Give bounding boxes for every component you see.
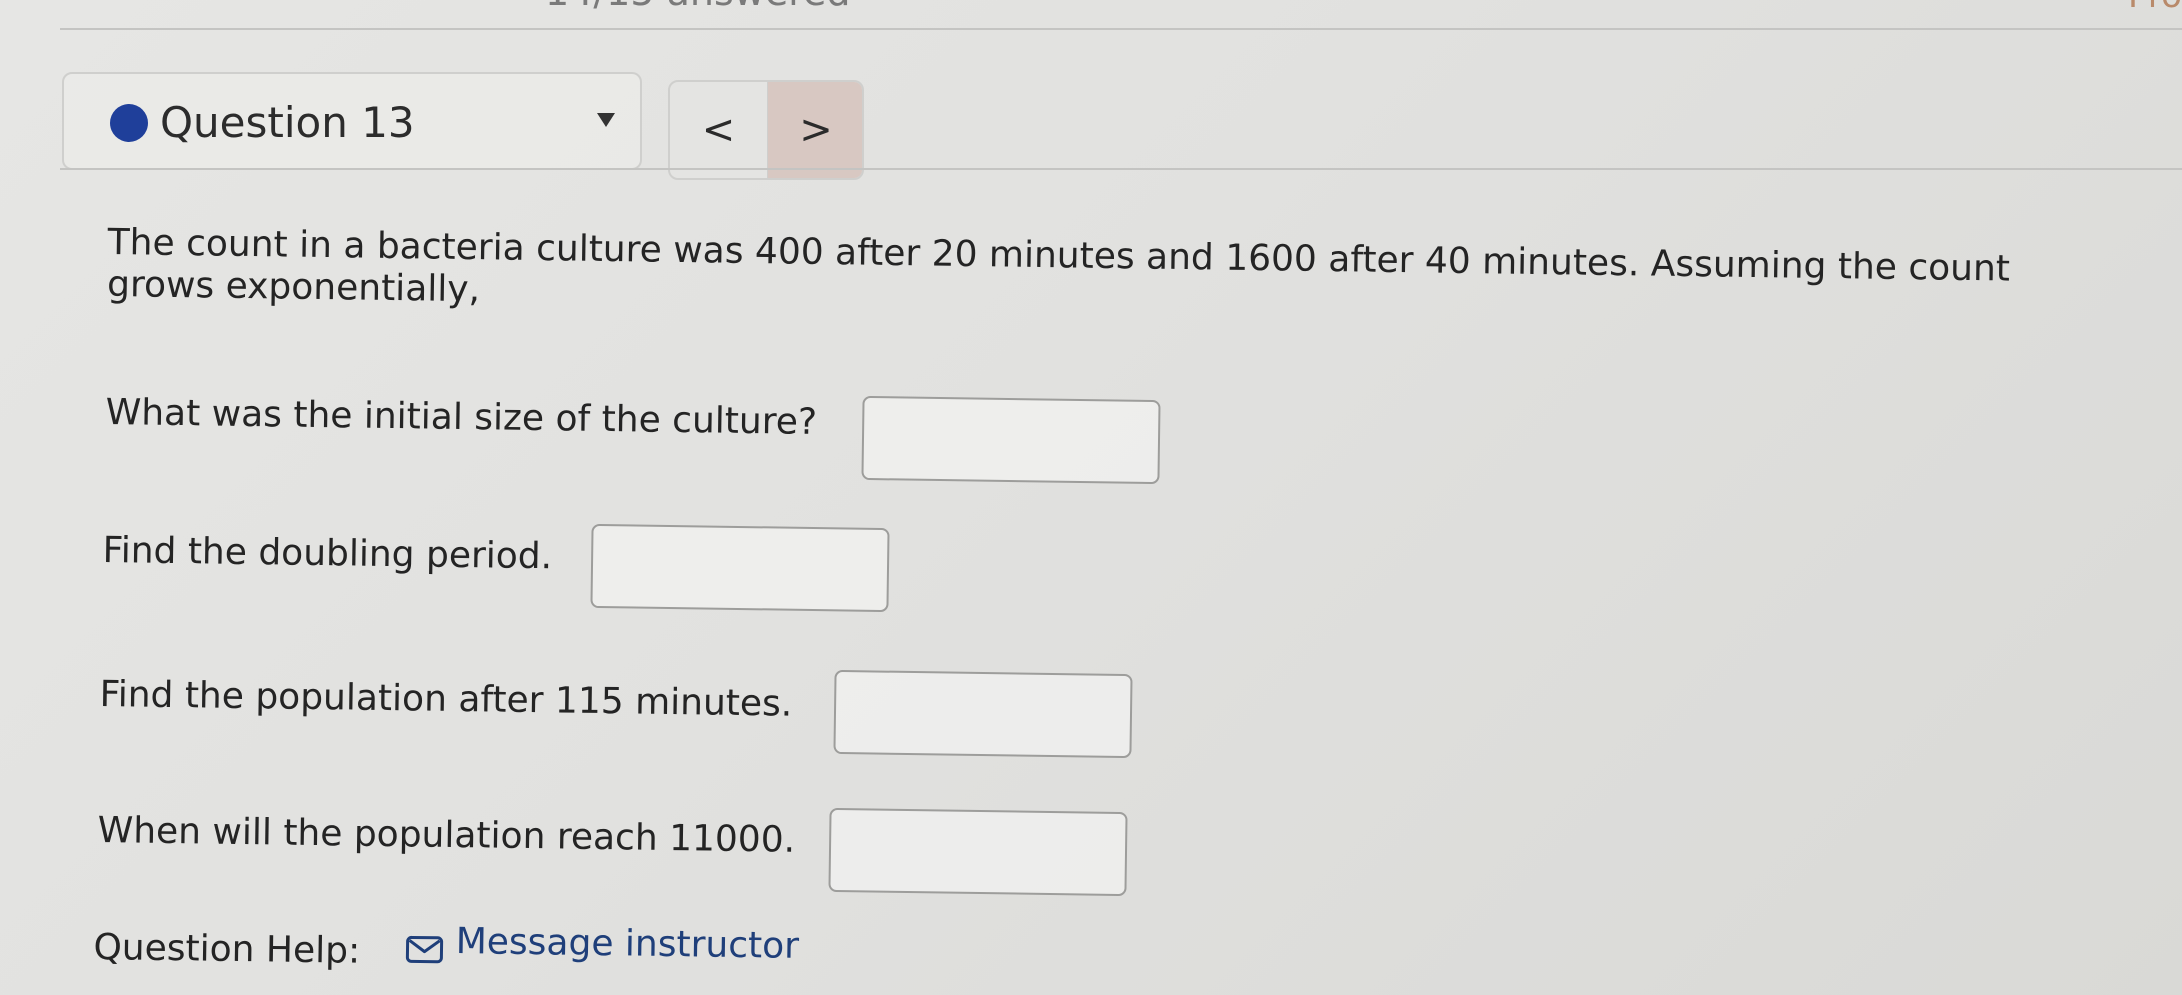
answer-doubling-period-input[interactable]: [590, 523, 890, 613]
answer-population-reach-11000-input[interactable]: [828, 807, 1128, 897]
message-instructor-label: Message instructor: [455, 921, 800, 967]
message-instructor-link[interactable]: Message instructor: [405, 916, 799, 971]
prompt-doubling-period: Find the doubling period.: [102, 529, 553, 578]
question-selector[interactable]: Question 13: [62, 72, 642, 170]
answered-count-status: 14/15 answered: [545, 0, 851, 14]
prompt-initial-size: What was the initial size of the culture…: [105, 391, 818, 443]
question-help-label: Question Help:: [93, 926, 361, 972]
question-text: The count in a bacteria culture was 400 …: [106, 222, 2011, 311]
previous-question-button[interactable]: <: [670, 82, 767, 178]
triangle-down-icon[interactable]: [597, 113, 615, 127]
question-status-dot: [110, 104, 148, 142]
answer-population-after-115-input[interactable]: [833, 669, 1133, 759]
answer-initial-size-input[interactable]: [861, 395, 1161, 485]
question-help-row: Question Help: Message instructor: [93, 912, 799, 983]
question-selector-label: Question 13: [160, 98, 415, 147]
top-divider: [60, 28, 2182, 30]
question-navigation: < >: [668, 80, 864, 180]
envelope-icon: [406, 927, 444, 964]
prompt-population-after-115: Find the population after 115 minutes.: [99, 673, 793, 725]
top-right-partial-link[interactable]: Pro: [2128, 0, 2182, 16]
next-question-button[interactable]: >: [767, 82, 862, 178]
header-divider: [60, 168, 2182, 170]
prompt-population-reach-11000: When will the population reach 11000.: [97, 809, 796, 861]
